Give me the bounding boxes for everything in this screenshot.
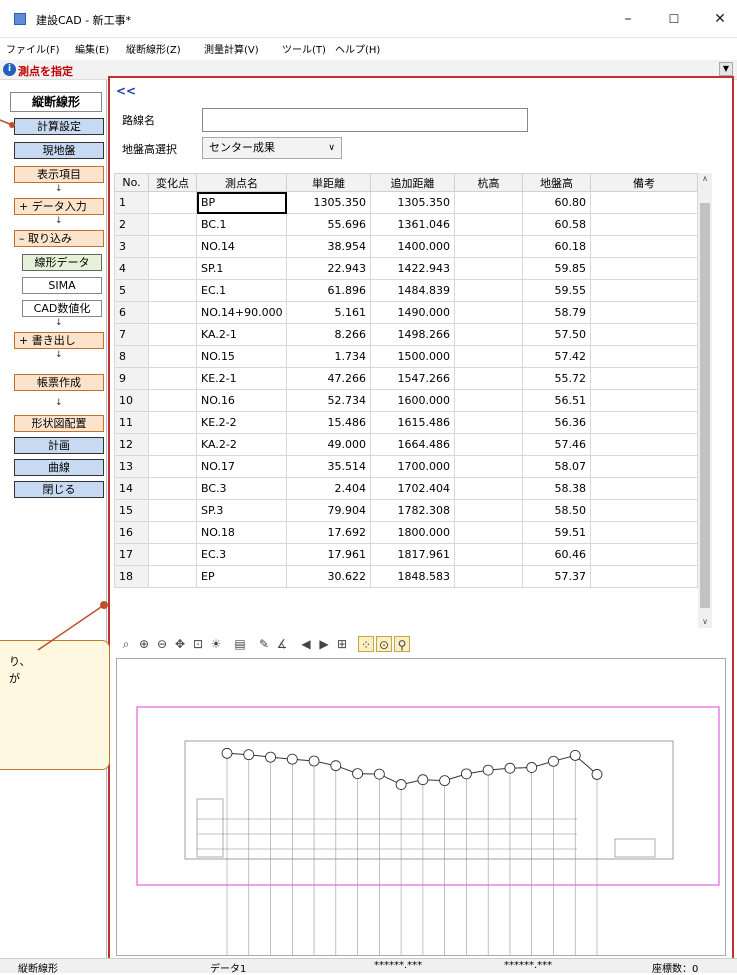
callout-dot [9,122,15,128]
callout-dot [100,601,108,609]
status-coord-x: ******.*** [374,960,423,971]
callout-pointer [0,119,108,651]
status-bar: 縦断線形 データ1 ******.*** ******.*** 座標数：0 [0,958,737,975]
callout-line-shape [37,604,105,651]
status-coord-y: ******.*** [504,960,553,971]
